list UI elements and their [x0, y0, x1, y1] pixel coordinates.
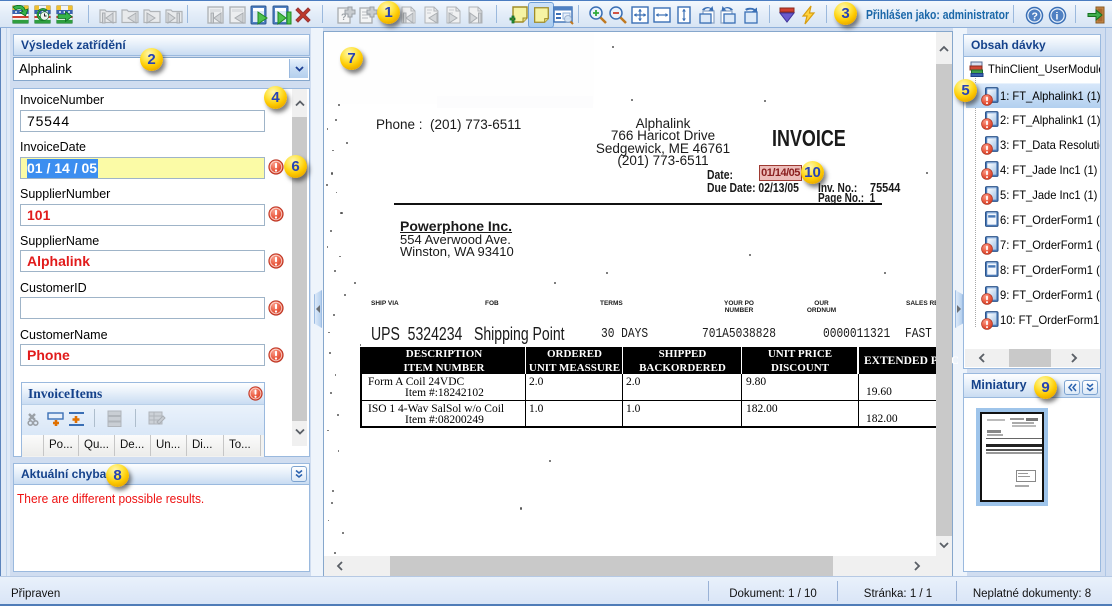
svg-text:i: i: [1055, 10, 1058, 22]
svg-text:?: ?: [1031, 10, 1037, 22]
